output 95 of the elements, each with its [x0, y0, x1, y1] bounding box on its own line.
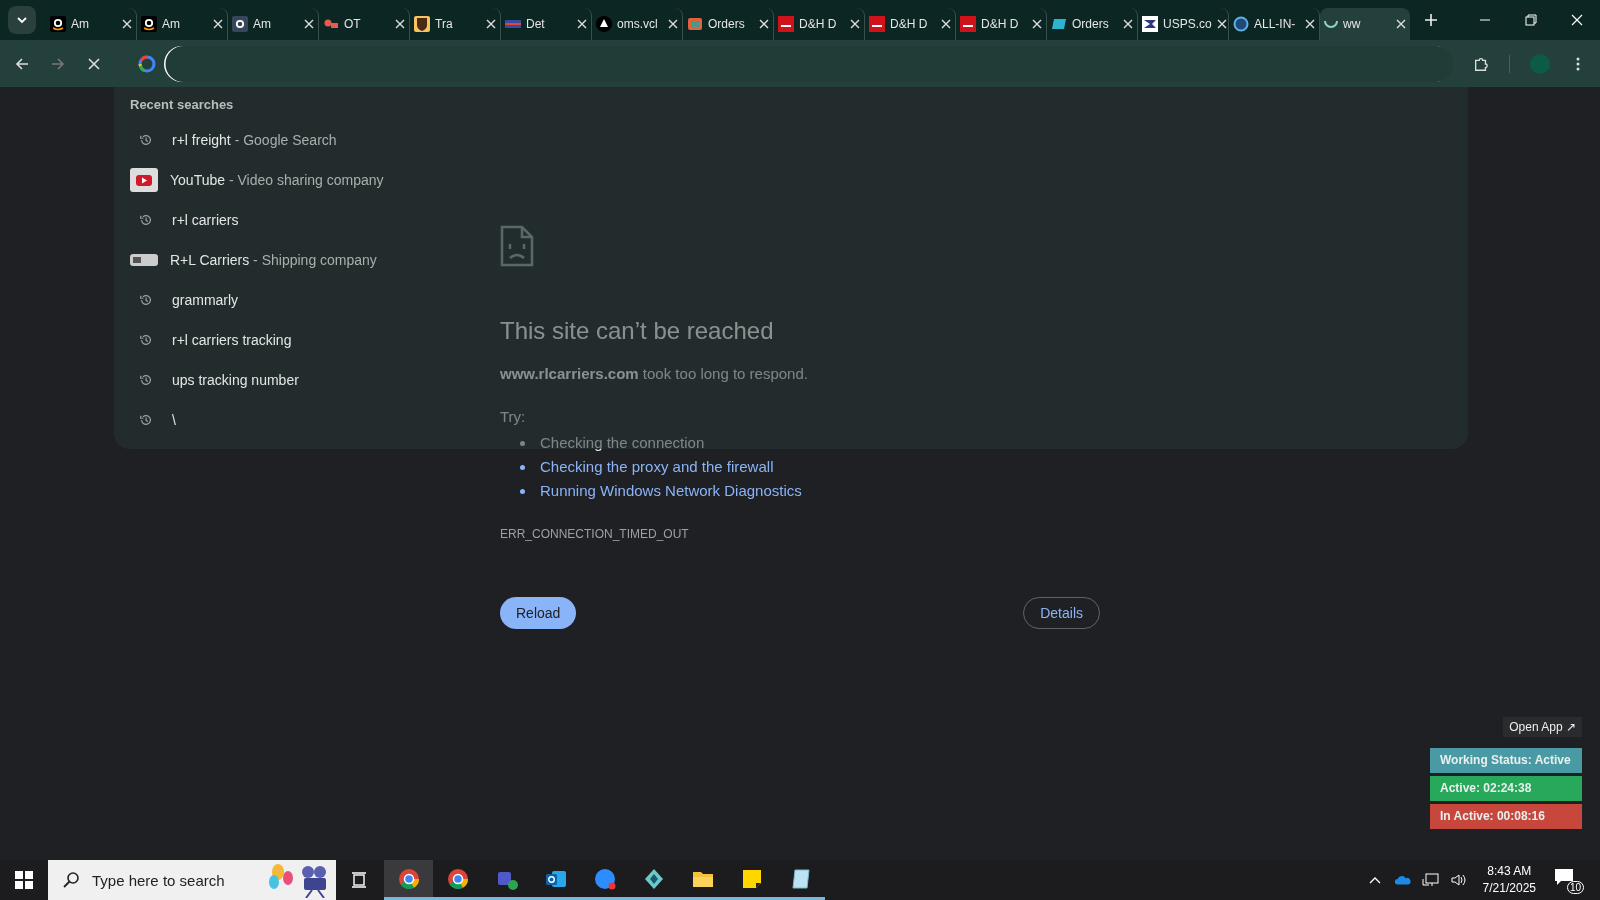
suggestion-item[interactable]: \	[172, 412, 176, 428]
logo-icon	[960, 16, 976, 32]
tab-title: Orders	[1072, 17, 1110, 31]
history-icon	[139, 213, 153, 227]
taskbar-app[interactable]	[384, 860, 433, 900]
close-icon[interactable]	[1305, 19, 1315, 29]
suggestion-item[interactable]: r+l carriers tracking	[172, 332, 292, 348]
search-placeholder: Type here to search	[92, 871, 226, 889]
forward-icon[interactable]	[50, 55, 66, 72]
eagle-icon	[1142, 16, 1158, 32]
history-icon	[139, 133, 153, 147]
box-icon	[687, 16, 703, 32]
tab-title: Det	[526, 17, 546, 31]
stop-icon[interactable]	[86, 55, 102, 72]
shield-icon	[414, 16, 430, 32]
suggestion-link[interactable]: Running Windows Network Diagnostics	[540, 479, 802, 503]
suggestion-item[interactable]: grammarly	[172, 292, 239, 308]
windows-start-icon[interactable]	[15, 871, 33, 889]
new-tab-icon[interactable]	[1424, 13, 1438, 27]
error-message: www.rlcarriers.com took too long to respond.	[500, 365, 809, 382]
suggestion-item[interactable]: ups tracking number	[172, 372, 299, 388]
taskbar-search-field[interactable]: Type here to search	[48, 860, 336, 900]
close-icon[interactable]	[122, 19, 132, 29]
history-icon	[139, 413, 153, 427]
suggestion-item[interactable]: YouTube - Video sharing company	[170, 172, 384, 188]
tab-title: USPS.co	[1163, 17, 1212, 31]
reload-button[interactable]: Reload	[500, 597, 577, 629]
chevron-down-icon	[16, 14, 28, 26]
suggestion-item[interactable]: r+l freight - Google Search	[172, 132, 337, 148]
logo-icon	[869, 16, 885, 32]
status-bar: In Active: 00:08:16	[1430, 804, 1582, 829]
close-icon[interactable]	[759, 19, 769, 29]
restore-icon[interactable]	[1525, 14, 1537, 26]
tab-search-button[interactable]	[8, 6, 36, 34]
history-icon	[139, 293, 153, 307]
suggestion-link[interactable]: Checking the proxy and the firewall	[540, 455, 774, 479]
close-icon[interactable]	[1396, 19, 1406, 29]
try-label: Try:	[500, 408, 527, 425]
status-bar: Working Status: Active	[1430, 748, 1582, 773]
tab-title: ww	[1343, 17, 1362, 31]
tab-title: ALL-IN-	[1254, 17, 1297, 31]
suggestion-text: Checking the connection	[540, 433, 705, 453]
tab-title: Am	[71, 17, 90, 31]
youtube-icon	[130, 168, 158, 192]
tab-title: Tra	[435, 17, 454, 31]
close-icon[interactable]	[395, 19, 405, 29]
tab-title: oms.vcl	[617, 17, 659, 31]
circle-icon	[1233, 16, 1249, 32]
address-field[interactable]	[164, 45, 1453, 82]
error-title: This site can’t be reached	[500, 317, 775, 345]
bullet-dot	[520, 464, 525, 470]
clock-date[interactable]: 7/21/2025	[1482, 880, 1536, 897]
close-icon[interactable]	[577, 19, 587, 29]
puzzle-icon[interactable]	[1473, 55, 1489, 72]
browser-icon	[445, 866, 470, 891]
history-icon	[139, 333, 153, 347]
close-icon[interactable]	[304, 19, 314, 29]
close-icon[interactable]	[1032, 19, 1042, 29]
video-app-icon	[592, 866, 617, 891]
browser-tab[interactable]: ww	[1320, 8, 1410, 40]
history-icon	[139, 373, 153, 387]
close-icon[interactable]	[941, 19, 951, 29]
loading-spinner-icon	[1324, 20, 1338, 28]
bullet-dot	[520, 488, 525, 494]
browser-icon	[396, 866, 421, 891]
tab-title: Orders	[708, 17, 746, 31]
close-icon[interactable]	[213, 19, 223, 29]
tab-title: Am	[162, 17, 181, 31]
suggestion-item[interactable]: r+l carriers	[172, 212, 239, 228]
logo-icon	[778, 16, 794, 32]
error-code: ERR_CONNECTION_TIMED_OUT	[500, 527, 690, 541]
suggestion-item[interactable]: R+L Carriers - Shipping company	[170, 252, 377, 268]
dropdown-heading: Recent searches	[130, 97, 235, 112]
close-icon[interactable]	[486, 19, 496, 29]
status-bar: Active: 02:24:38	[1430, 776, 1582, 801]
clock-time[interactable]: 8:43 AM	[1487, 863, 1532, 880]
close-icon[interactable]	[1216, 19, 1227, 29]
close-icon[interactable]	[668, 19, 678, 29]
tab-title: D&H D	[890, 17, 929, 31]
search-icon	[62, 871, 80, 889]
bullet-dot	[520, 440, 525, 446]
close-icon[interactable]	[850, 19, 860, 29]
tab-title: D&H D	[981, 17, 1020, 31]
network-icon[interactable]	[1421, 872, 1440, 888]
close-icon[interactable]	[1123, 19, 1133, 29]
logo-icon	[1051, 16, 1067, 32]
notification-count: 10	[1566, 881, 1584, 894]
task-view-icon[interactable]	[350, 871, 368, 889]
back-icon[interactable]	[14, 55, 30, 72]
tab-title: D&H D	[799, 17, 838, 31]
open-app-link[interactable]: Open App ↗	[1503, 717, 1582, 737]
tab-title: Am	[253, 17, 272, 31]
sad-document-icon	[500, 225, 534, 267]
volume-icon[interactable]	[1449, 872, 1468, 888]
tab-title: OT	[344, 17, 362, 31]
